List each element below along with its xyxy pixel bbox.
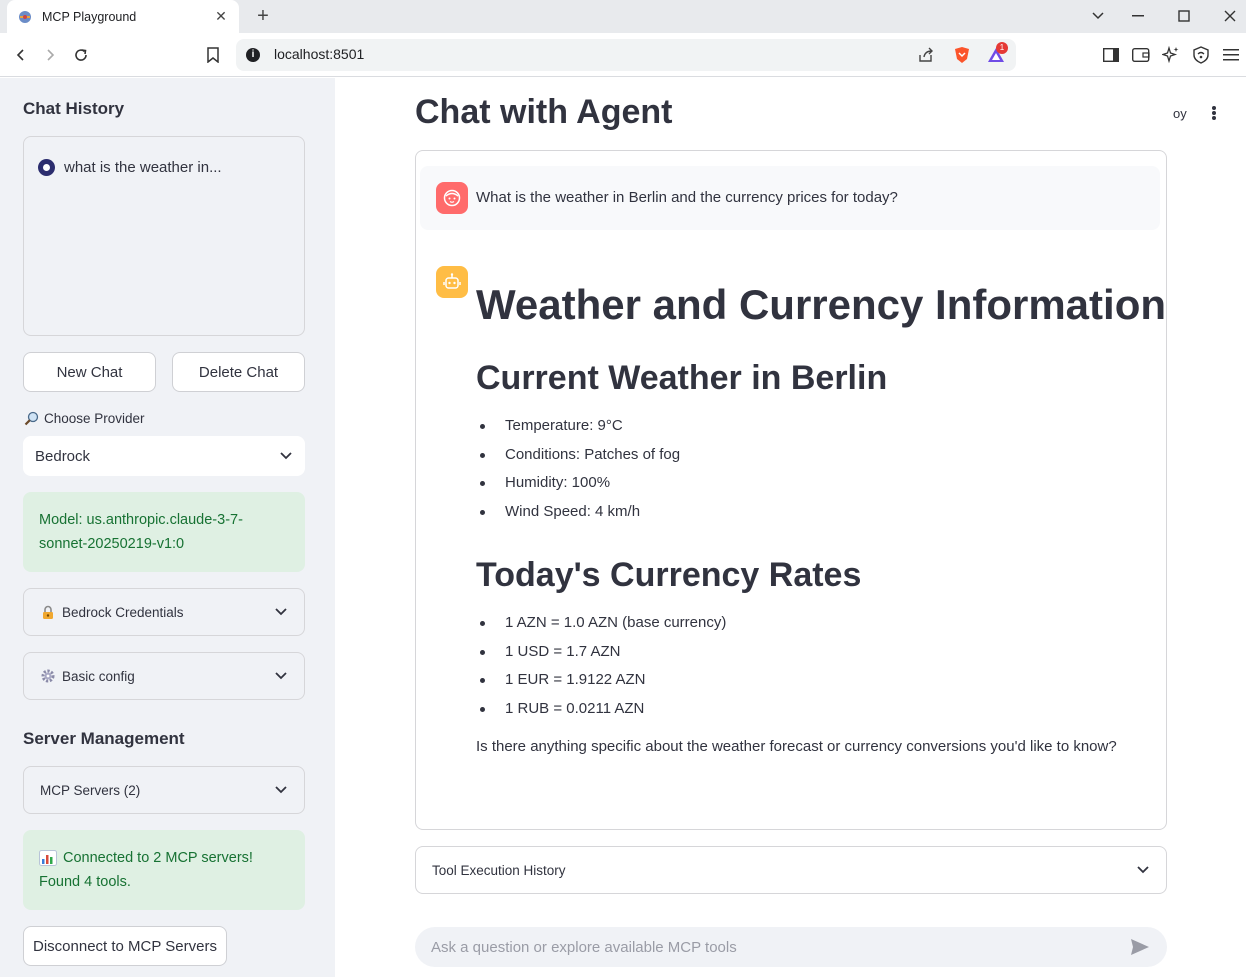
server-management-title: Server Management [23, 729, 185, 748]
radio-selected-icon[interactable] [38, 159, 55, 176]
browser-toolbar: i localhost:8501 1 [0, 33, 1246, 77]
currency-heading: Today's Currency Rates [476, 555, 862, 594]
list-item: Temperature: 9°C [476, 412, 1166, 441]
tab-search-icon[interactable] [1088, 6, 1108, 26]
mcp-servers-expander[interactable]: MCP Servers (2) [23, 766, 305, 814]
new-chat-button[interactable]: New Chat [23, 352, 156, 392]
connection-status-line2: Found 4 tools. [39, 874, 131, 890]
url-text: localhost:8501 [274, 46, 365, 62]
response-closing: Is there anything specific about the wea… [476, 737, 1117, 755]
history-item-label: what is the weather in... [64, 159, 222, 176]
chat-history-list: what is the weather in... [23, 136, 305, 336]
magnifier-icon [24, 411, 39, 426]
list-item: 1 RUB = 0.0211 AZN [476, 695, 1166, 724]
bookmark-icon[interactable] [202, 44, 224, 66]
share-icon[interactable] [916, 45, 936, 65]
user-message-text: What is the weather in Berlin and the cu… [476, 189, 898, 206]
browser-tab[interactable]: MCP Playground ✕ [7, 0, 239, 33]
history-item[interactable]: what is the weather in... [38, 159, 222, 176]
site-info-icon[interactable]: i [246, 48, 260, 62]
tab-title: MCP Playground [42, 9, 137, 24]
chevron-down-icon [274, 605, 288, 619]
brave-shields-icon[interactable] [952, 45, 972, 65]
bedrock-credentials-expander[interactable]: Bedrock Credentials [23, 588, 305, 636]
bedrock-credentials-label: Bedrock Credentials [62, 604, 184, 620]
close-window-icon[interactable] [1220, 6, 1240, 26]
chat-history-title: Chat History [23, 99, 125, 118]
chevron-down-icon [274, 783, 288, 797]
chevron-down-icon [1136, 863, 1150, 877]
chevron-down-icon [274, 669, 288, 683]
currency-list: 1 AZN = 1.0 AZN (base currency) 1 USD = … [476, 609, 1166, 724]
browser-tab-strip: MCP Playground ✕ + [0, 0, 1246, 33]
weather-heading: Current Weather in Berlin [476, 359, 888, 397]
connection-status-alert: Connected to 2 MCP servers! Found 4 tool… [23, 830, 305, 910]
tab-close-icon[interactable]: ✕ [213, 8, 229, 25]
provider-label-text: Choose Provider [44, 411, 145, 426]
sidebar-icon[interactable] [1100, 44, 1122, 66]
disconnect-servers-button[interactable]: Disconnect to MCP Servers [23, 926, 227, 966]
list-item: Wind Speed: 4 km/h [476, 498, 1166, 527]
favicon-icon [17, 9, 33, 25]
bar-chart-icon [39, 850, 57, 866]
menu-icon[interactable] [1220, 44, 1242, 66]
user-message: What is the weather in Berlin and the cu… [420, 166, 1160, 230]
chat-input[interactable] [431, 938, 1129, 956]
list-item: 1 USD = 1.7 AZN [476, 638, 1166, 667]
tool-history-label: Tool Execution History [432, 862, 566, 878]
leo-ai-icon[interactable] [1160, 44, 1182, 66]
main-content: Chat with Agent oy What is the weather i… [335, 78, 1246, 977]
provider-select[interactable]: Bedrock [23, 436, 305, 476]
send-icon[interactable] [1129, 936, 1151, 958]
basic-config-expander[interactable]: Basic config [23, 652, 305, 700]
rewards-badge: 1 [996, 42, 1008, 54]
provider-label: Choose Provider [24, 411, 145, 426]
brave-rewards-icon[interactable]: 1 [986, 42, 1008, 65]
forward-icon[interactable] [39, 44, 61, 66]
vpn-icon[interactable] [1190, 44, 1212, 66]
gear-icon [40, 668, 56, 684]
more-options-icon[interactable] [1209, 104, 1219, 122]
new-tab-button[interactable]: + [251, 4, 275, 28]
model-info-alert: Model: us.anthropic.claude-3-7-sonnet-20… [23, 492, 305, 572]
delete-chat-button[interactable]: Delete Chat [172, 352, 305, 392]
list-item: 1 AZN = 1.0 AZN (base currency) [476, 609, 1166, 638]
chat-container: What is the weather in Berlin and the cu… [415, 150, 1167, 830]
chat-input-container [415, 927, 1167, 967]
assistant-avatar-icon [436, 266, 468, 298]
lock-icon [40, 604, 56, 620]
address-bar[interactable]: i localhost:8501 1 [236, 39, 1016, 71]
user-avatar-icon [436, 182, 468, 214]
model-info-text: Model: us.anthropic.claude-3-7-sonnet-20… [39, 512, 243, 552]
response-heading: Weather and Currency Information [476, 281, 1167, 328]
list-item: 1 EUR = 1.9122 AZN [476, 666, 1166, 695]
deploy-button[interactable]: oy [1173, 106, 1187, 121]
minimize-icon[interactable] [1128, 6, 1148, 26]
provider-select-value: Bedrock [35, 447, 91, 465]
tool-history-expander[interactable]: Tool Execution History [415, 846, 1167, 894]
wallet-icon[interactable] [1130, 44, 1152, 66]
sidebar: Chat History what is the weather in... N… [0, 78, 335, 977]
assistant-message: Weather and Currency Information Current… [476, 281, 1166, 755]
weather-list: Temperature: 9°C Conditions: Patches of … [476, 412, 1166, 527]
maximize-icon[interactable] [1174, 6, 1194, 26]
back-icon[interactable] [10, 44, 32, 66]
page-title: Chat with Agent [415, 93, 673, 131]
connection-status-line1: Connected to 2 MCP servers! [63, 850, 253, 866]
reload-icon[interactable] [70, 44, 92, 66]
chevron-down-icon [279, 449, 293, 463]
mcp-servers-label: MCP Servers (2) [40, 782, 141, 798]
list-item: Conditions: Patches of fog [476, 441, 1166, 470]
basic-config-label: Basic config [62, 668, 135, 684]
list-item: Humidity: 100% [476, 469, 1166, 498]
